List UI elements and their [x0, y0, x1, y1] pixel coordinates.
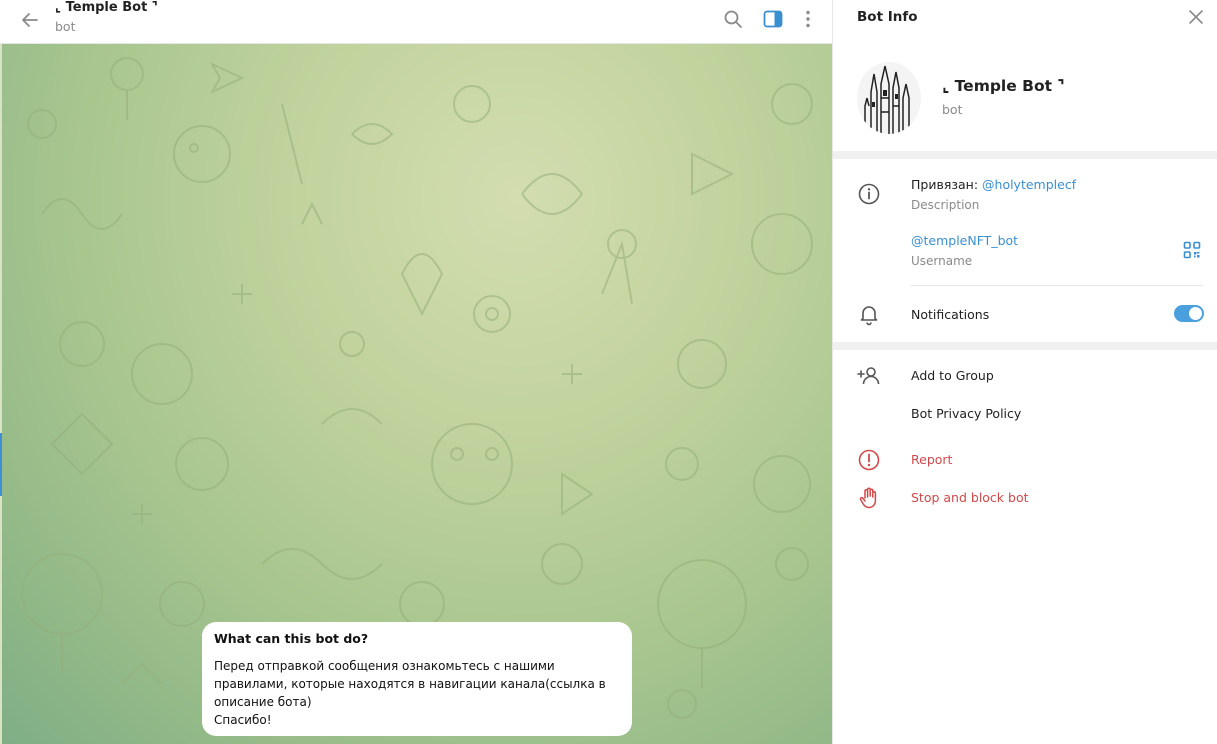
stop-and-block-bot-button[interactable]: Stop and block bot: [911, 490, 1029, 505]
chat-area: ⌞ Temple Bot ⌝ bot What can this bot do?…: [0, 0, 832, 744]
add-to-group-button[interactable]: Add to Group: [911, 368, 994, 383]
bot-name: ⌞ Temple Bot ⌝: [942, 77, 1065, 95]
bot-subtitle: bot: [942, 102, 963, 117]
bot-description-message: What can this bot do? Перед отправкой со…: [202, 622, 632, 736]
bell-icon: [857, 302, 881, 326]
bot-privacy-policy-button[interactable]: Bot Privacy Policy: [911, 406, 1021, 421]
search-icon[interactable]: [722, 8, 744, 30]
chat-subtitle: bot: [55, 19, 76, 34]
back-arrow-icon[interactable]: [18, 8, 42, 32]
notifications-label: Notifications: [911, 307, 990, 322]
username-label: Username: [911, 254, 973, 268]
sidebar-toggle-icon[interactable]: [762, 8, 784, 30]
avatar[interactable]: [857, 62, 921, 134]
info-icon: [857, 182, 881, 206]
panel-title: Bot Info: [857, 9, 918, 25]
message-title: What can this bot do?: [214, 631, 369, 646]
description-prefix: Привязан:: [911, 177, 983, 192]
chat-header: ⌞ Temple Bot ⌝ bot: [0, 0, 832, 44]
report-icon: [857, 448, 881, 472]
section-separator: [833, 151, 1217, 159]
description-value: Привязан: @holytemplecf: [911, 177, 1076, 192]
stop-hand-icon: [857, 486, 881, 510]
add-user-icon: [857, 364, 881, 388]
chat-title[interactable]: ⌞ Temple Bot ⌝: [55, 0, 158, 16]
section-separator: [833, 342, 1217, 350]
username-value[interactable]: @templeNFT_bot: [911, 233, 1018, 248]
close-icon[interactable]: [1187, 8, 1205, 26]
description-link[interactable]: @holytemplecf: [982, 177, 1076, 192]
message-text: Перед отправкой сообщения ознакомьтесь с…: [214, 659, 606, 727]
description-label: Description: [911, 198, 980, 212]
report-button[interactable]: Report: [911, 452, 952, 467]
notifications-toggle[interactable]: [1174, 305, 1204, 322]
more-vertical-icon[interactable]: [797, 8, 819, 30]
row-divider: [911, 285, 1203, 286]
bot-info-panel: Bot Info ⌞ Temple Bot ⌝ bot Привязан: @h…: [832, 0, 1217, 744]
qr-code-icon[interactable]: [1183, 241, 1201, 259]
toggle-knob: [1189, 307, 1202, 320]
